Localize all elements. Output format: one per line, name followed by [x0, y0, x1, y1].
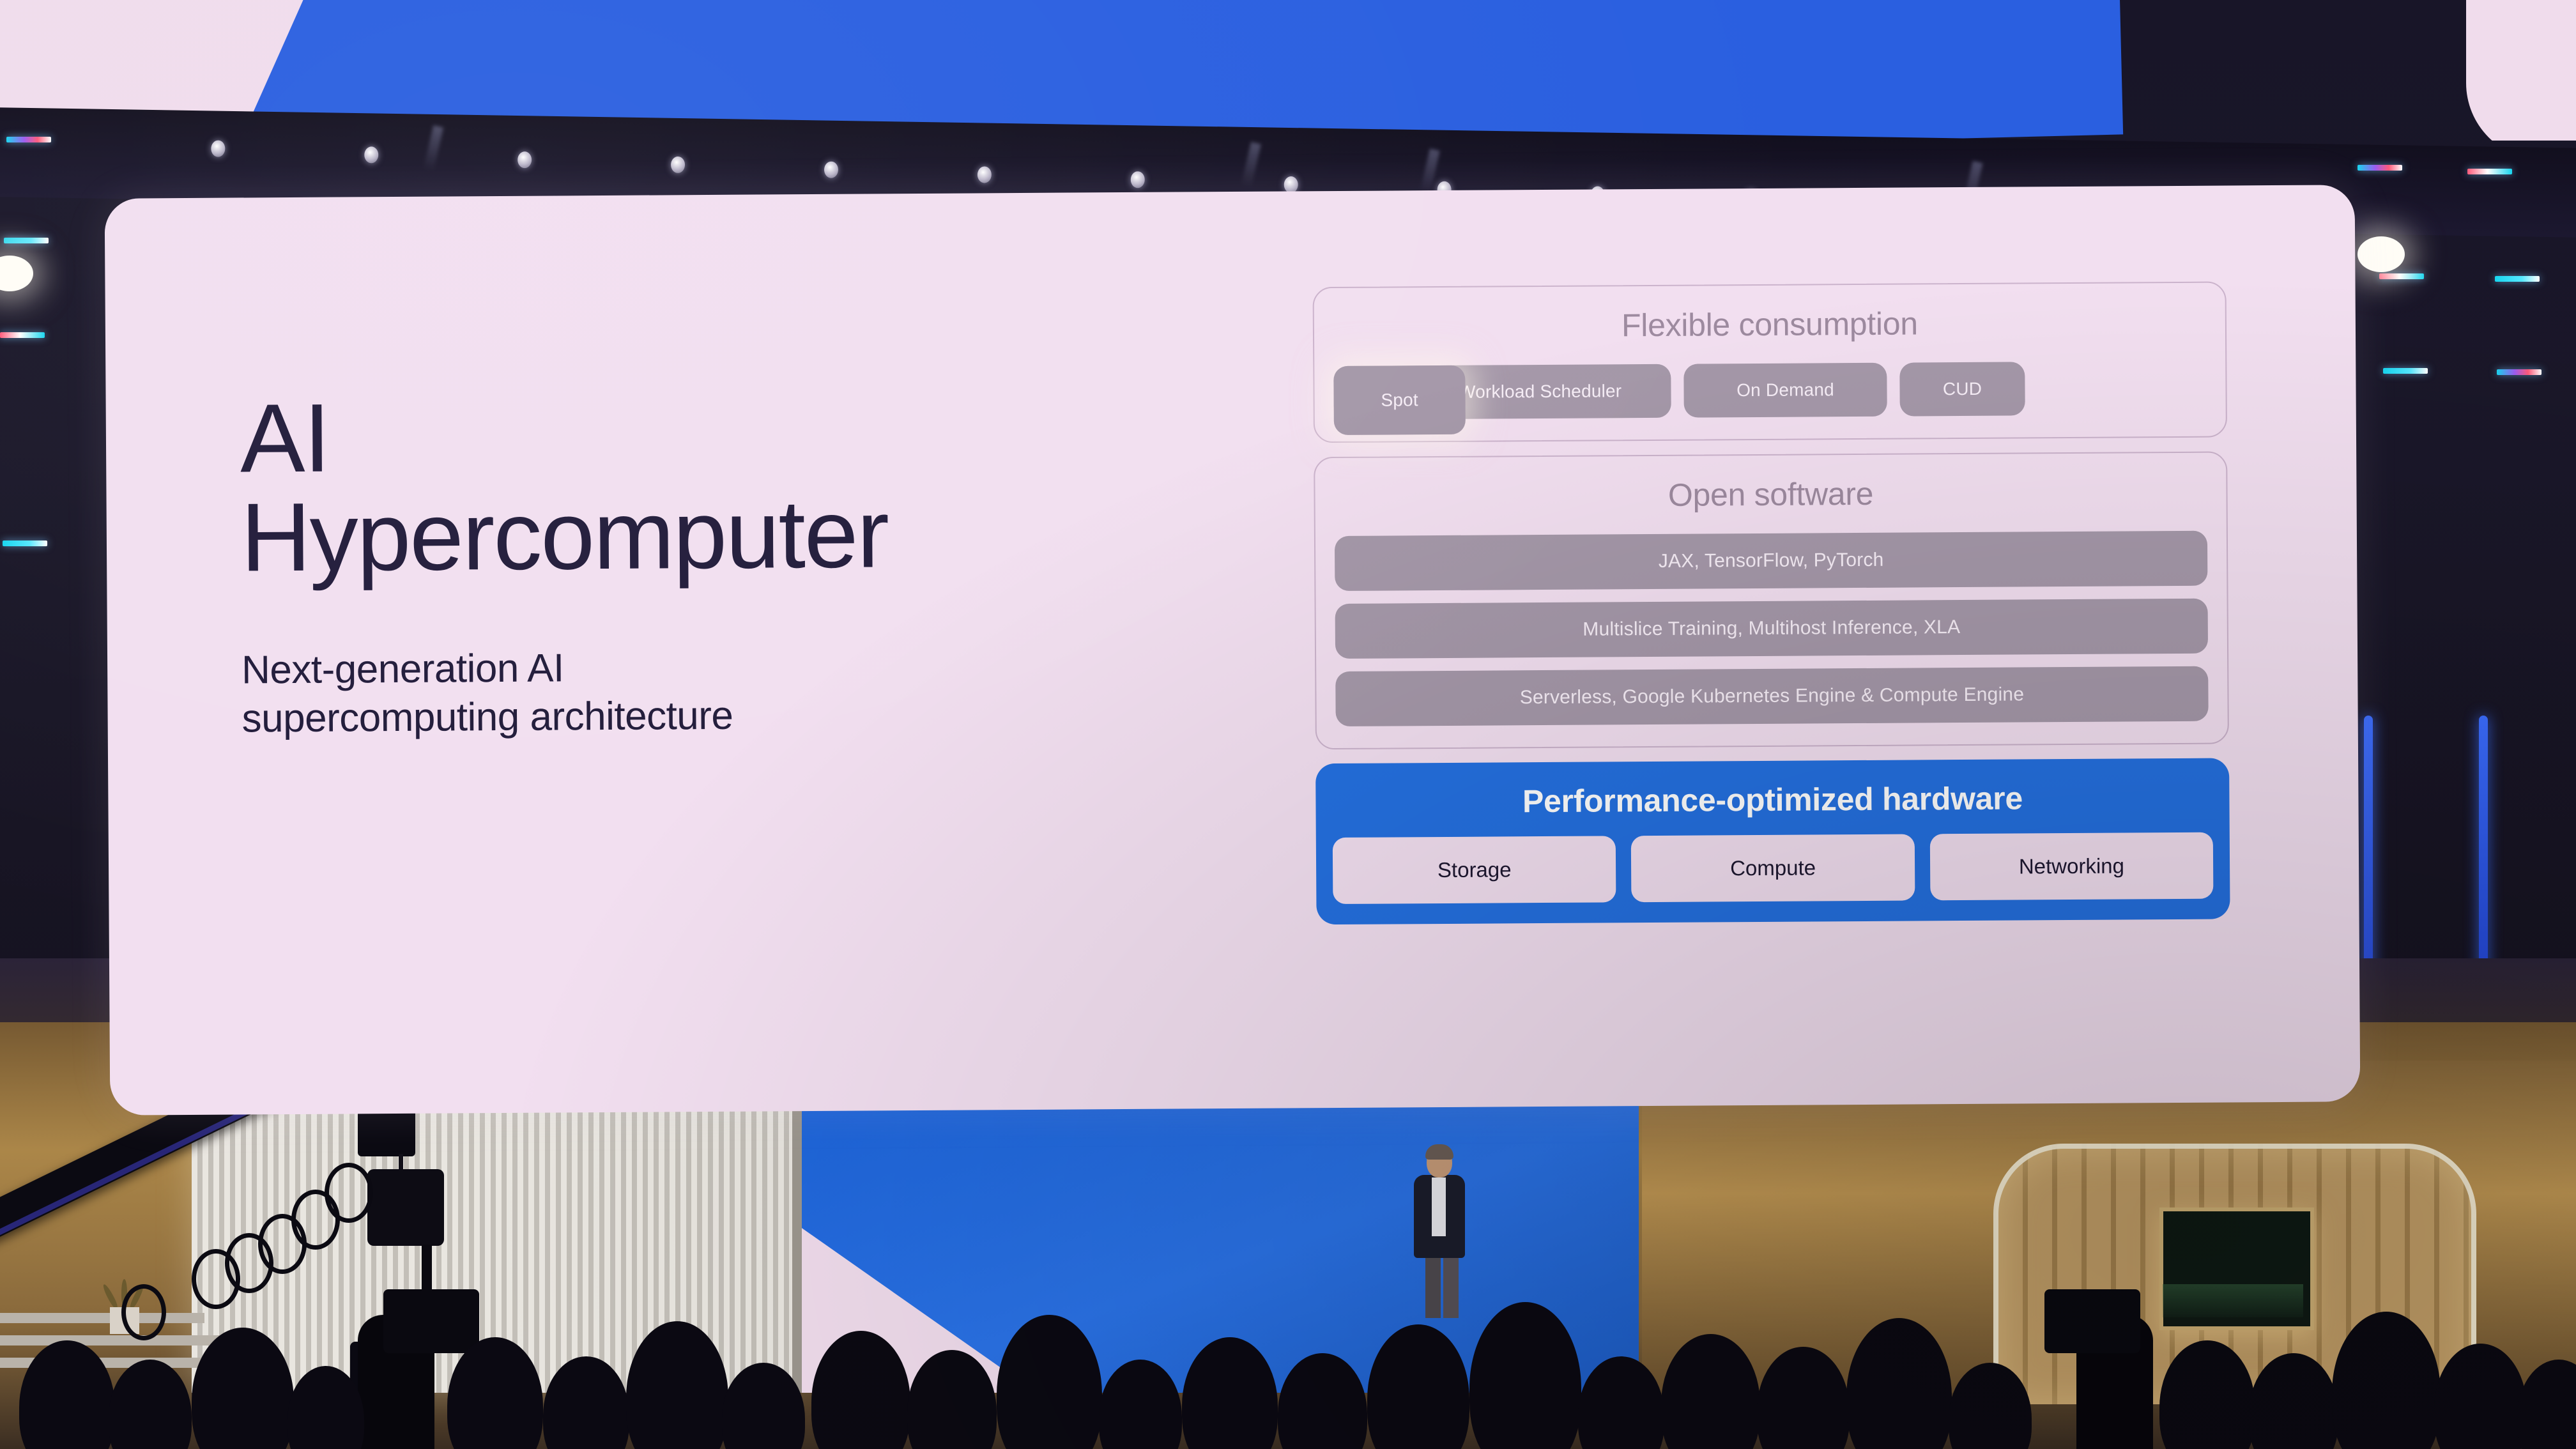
slide-title-line-1: AI: [240, 383, 330, 493]
software-row-frameworks[interactable]: JAX, TensorFlow, PyTorch: [1334, 530, 2208, 592]
architecture-stack: Flexible consumption Dynamic Workload Sc…: [1312, 281, 2230, 925]
section-flexible-consumption: Flexible consumption Dynamic Workload Sc…: [1312, 281, 2227, 443]
chip-on-demand[interactable]: On Demand: [1683, 362, 1887, 418]
chip-compute[interactable]: Compute: [1631, 834, 1915, 903]
crane-cable-loop: [325, 1163, 373, 1223]
software-row-training-inference[interactable]: Multislice Training, Multihost Inference…: [1335, 598, 2209, 659]
chip-networking[interactable]: Networking: [1929, 832, 2214, 901]
wall-led-strip: [6, 137, 51, 142]
presentation-slide: AI Hypercomputer Next-generation AI supe…: [104, 185, 2361, 1116]
operator-camera: [2044, 1289, 2140, 1353]
stage-spotlight: [2358, 236, 2405, 272]
wall-led-strip: [2497, 369, 2542, 375]
section-title-flexible-consumption: Flexible consumption: [1621, 305, 1918, 344]
slide-title-block: AI Hypercomputer Next-generation AI supe…: [240, 383, 1328, 743]
wall-led-strip: [2467, 169, 2512, 174]
wall-led-strip: [0, 332, 45, 338]
software-row-serverless-engines[interactable]: Serverless, Google Kubernetes Engine & C…: [1335, 666, 2209, 727]
chip-storage[interactable]: Storage: [1332, 836, 1616, 905]
slide-subtitle: Next-generation AI supercomputing archit…: [241, 640, 1328, 743]
wall-led-strip: [2495, 276, 2540, 282]
chip-spot[interactable]: Spot: [1333, 365, 1466, 436]
page-title: AI Hypercomputer: [240, 383, 1327, 592]
slide-subtitle-line-1: Next-generation AI: [241, 646, 564, 693]
section-performance-optimized-hardware: Performance-optimized hardware Storage C…: [1315, 758, 2230, 925]
slide-subtitle-line-2: supercomputing architecture: [241, 693, 733, 741]
crane-camera: [367, 1169, 444, 1246]
wall-led-strip: [2383, 368, 2428, 374]
section-title-performance-optimized-hardware: Performance-optimized hardware: [1522, 780, 2023, 820]
wall-led-strip: [4, 238, 49, 243]
banner-pink-right-shape: [2466, 0, 2576, 141]
hardware-chip-row: Storage Compute Networking: [1332, 832, 2214, 905]
section-open-software: Open software JAX, TensorFlow, PyTorch M…: [1314, 451, 2229, 750]
wall-led-strip: [2379, 273, 2424, 279]
chip-cud[interactable]: CUD: [1899, 362, 2025, 417]
wall-led-strip: [3, 540, 47, 546]
section-title-open-software: Open software: [1667, 475, 1874, 513]
flexible-consumption-chip-row: Dynamic Workload Scheduler On Demand CUD…: [1333, 361, 2206, 436]
audience-silhouettes: [0, 1238, 2576, 1449]
slide-title-line-2: Hypercomputer: [240, 479, 889, 592]
wall-led-strip: [2358, 165, 2402, 171]
camera-antenna: [422, 1245, 432, 1302]
